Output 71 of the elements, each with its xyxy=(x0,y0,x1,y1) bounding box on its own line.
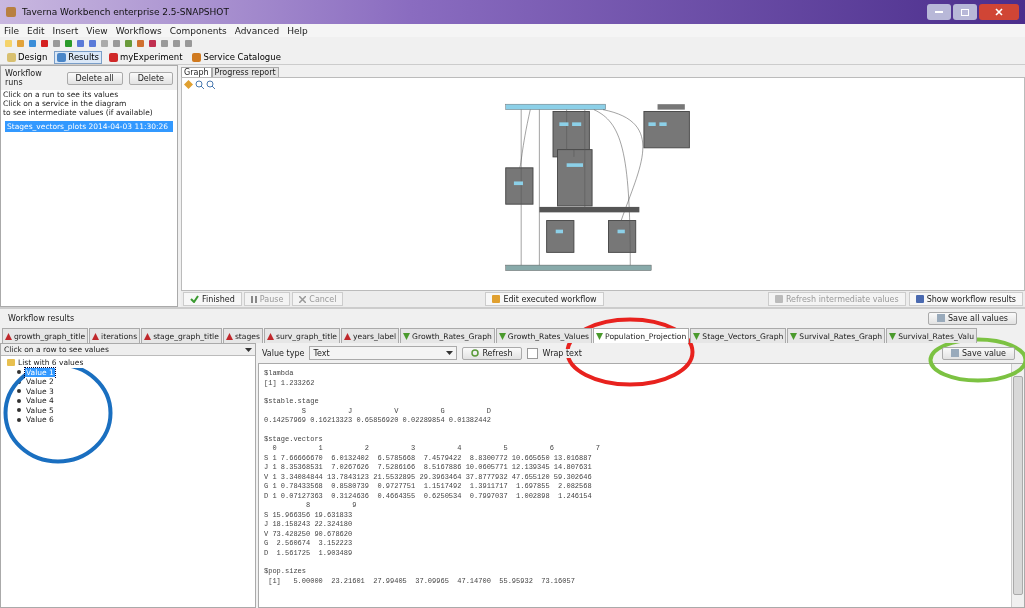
save-all-button[interactable]: Save all values xyxy=(927,311,1017,325)
up-triangle-icon xyxy=(266,332,274,340)
app-icon xyxy=(6,7,16,17)
save-icon xyxy=(950,349,959,357)
menu-item[interactable]: Components xyxy=(169,25,227,36)
perspective-icon xyxy=(7,52,16,62)
folder-icon xyxy=(7,359,15,367)
field-label: Value type xyxy=(262,348,305,358)
up-triangle-icon xyxy=(92,332,100,340)
down-triangle-icon xyxy=(403,332,411,340)
dropdown-arrow-icon xyxy=(446,351,454,355)
menu-item[interactable]: Workflows xyxy=(115,25,162,36)
perspective-icon xyxy=(57,52,67,62)
minimize-button[interactable] xyxy=(927,4,951,20)
window-title: Taverna Workbench enterprise 2.5-SNAPSHOT xyxy=(22,7,229,17)
minimize-icon xyxy=(935,11,943,13)
down-triangle-icon xyxy=(693,332,701,340)
wrap-checkbox[interactable] xyxy=(526,347,538,359)
refresh-button[interactable]: Refresh xyxy=(462,346,522,360)
bullet-icon xyxy=(17,408,21,413)
delete-button[interactable]: Delete all xyxy=(66,71,123,85)
menu-item[interactable]: Advanced xyxy=(234,25,280,36)
menu-item[interactable]: View xyxy=(86,25,108,36)
output-text-area[interactable] xyxy=(258,363,1025,608)
menu-item[interactable]: Insert xyxy=(52,25,79,36)
fit-icon[interactable] xyxy=(184,80,193,89)
dropdown-arrow-icon xyxy=(245,347,252,352)
menu-item[interactable]: Edit xyxy=(27,25,45,36)
section-title: Workflow results xyxy=(8,313,75,323)
menu-item[interactable]: Help xyxy=(287,25,308,36)
perspective-button[interactable]: Results xyxy=(54,50,103,64)
value-type-select[interactable]: Text xyxy=(309,346,458,360)
save-icon xyxy=(936,314,945,322)
menu-item[interactable]: File xyxy=(4,25,20,36)
perspective-icon xyxy=(109,52,119,62)
refresh-icon xyxy=(471,349,480,357)
perspective-icon xyxy=(192,52,202,62)
checkbox-label: Wrap text xyxy=(542,348,582,358)
up-triangle-icon xyxy=(225,332,233,340)
run-control-button[interactable]: Finished xyxy=(183,292,242,306)
perspective-button[interactable]: myExperiment xyxy=(106,50,186,64)
bullet-icon xyxy=(17,370,21,375)
up-triangle-icon xyxy=(344,332,351,340)
save-value-button[interactable]: Save value xyxy=(941,346,1015,360)
bullet-icon xyxy=(17,379,21,384)
perspective-button[interactable]: Design xyxy=(4,50,51,64)
bullet-icon xyxy=(17,417,21,422)
cross-icon xyxy=(299,295,307,303)
pause-icon xyxy=(250,295,257,303)
bullet-icon xyxy=(17,389,21,394)
show-results-button[interactable]: Show workflow results xyxy=(908,292,1023,306)
down-triangle-icon xyxy=(498,332,506,340)
up-triangle-icon xyxy=(144,332,152,340)
scrollbar[interactable] xyxy=(1011,364,1024,607)
up-triangle-icon xyxy=(5,332,12,340)
close-icon xyxy=(995,8,1003,16)
down-triangle-icon xyxy=(596,332,604,340)
button-icon xyxy=(915,295,924,303)
close-button[interactable] xyxy=(979,4,1019,20)
check-icon xyxy=(190,295,199,303)
zoom-in-icon[interactable] xyxy=(195,80,204,89)
zoom-out-icon[interactable] xyxy=(206,80,215,89)
delete-button[interactable]: Delete xyxy=(128,71,173,85)
bullet-icon xyxy=(17,398,21,403)
button-icon xyxy=(774,295,783,303)
down-triangle-icon xyxy=(790,332,798,340)
edit-workflow-button[interactable]: Edit executed workflow xyxy=(485,292,604,306)
maximize-icon xyxy=(961,8,969,16)
maximize-button[interactable] xyxy=(953,4,977,20)
perspective-button[interactable]: Service Catalogue xyxy=(189,50,284,64)
down-triangle-icon xyxy=(889,332,897,340)
